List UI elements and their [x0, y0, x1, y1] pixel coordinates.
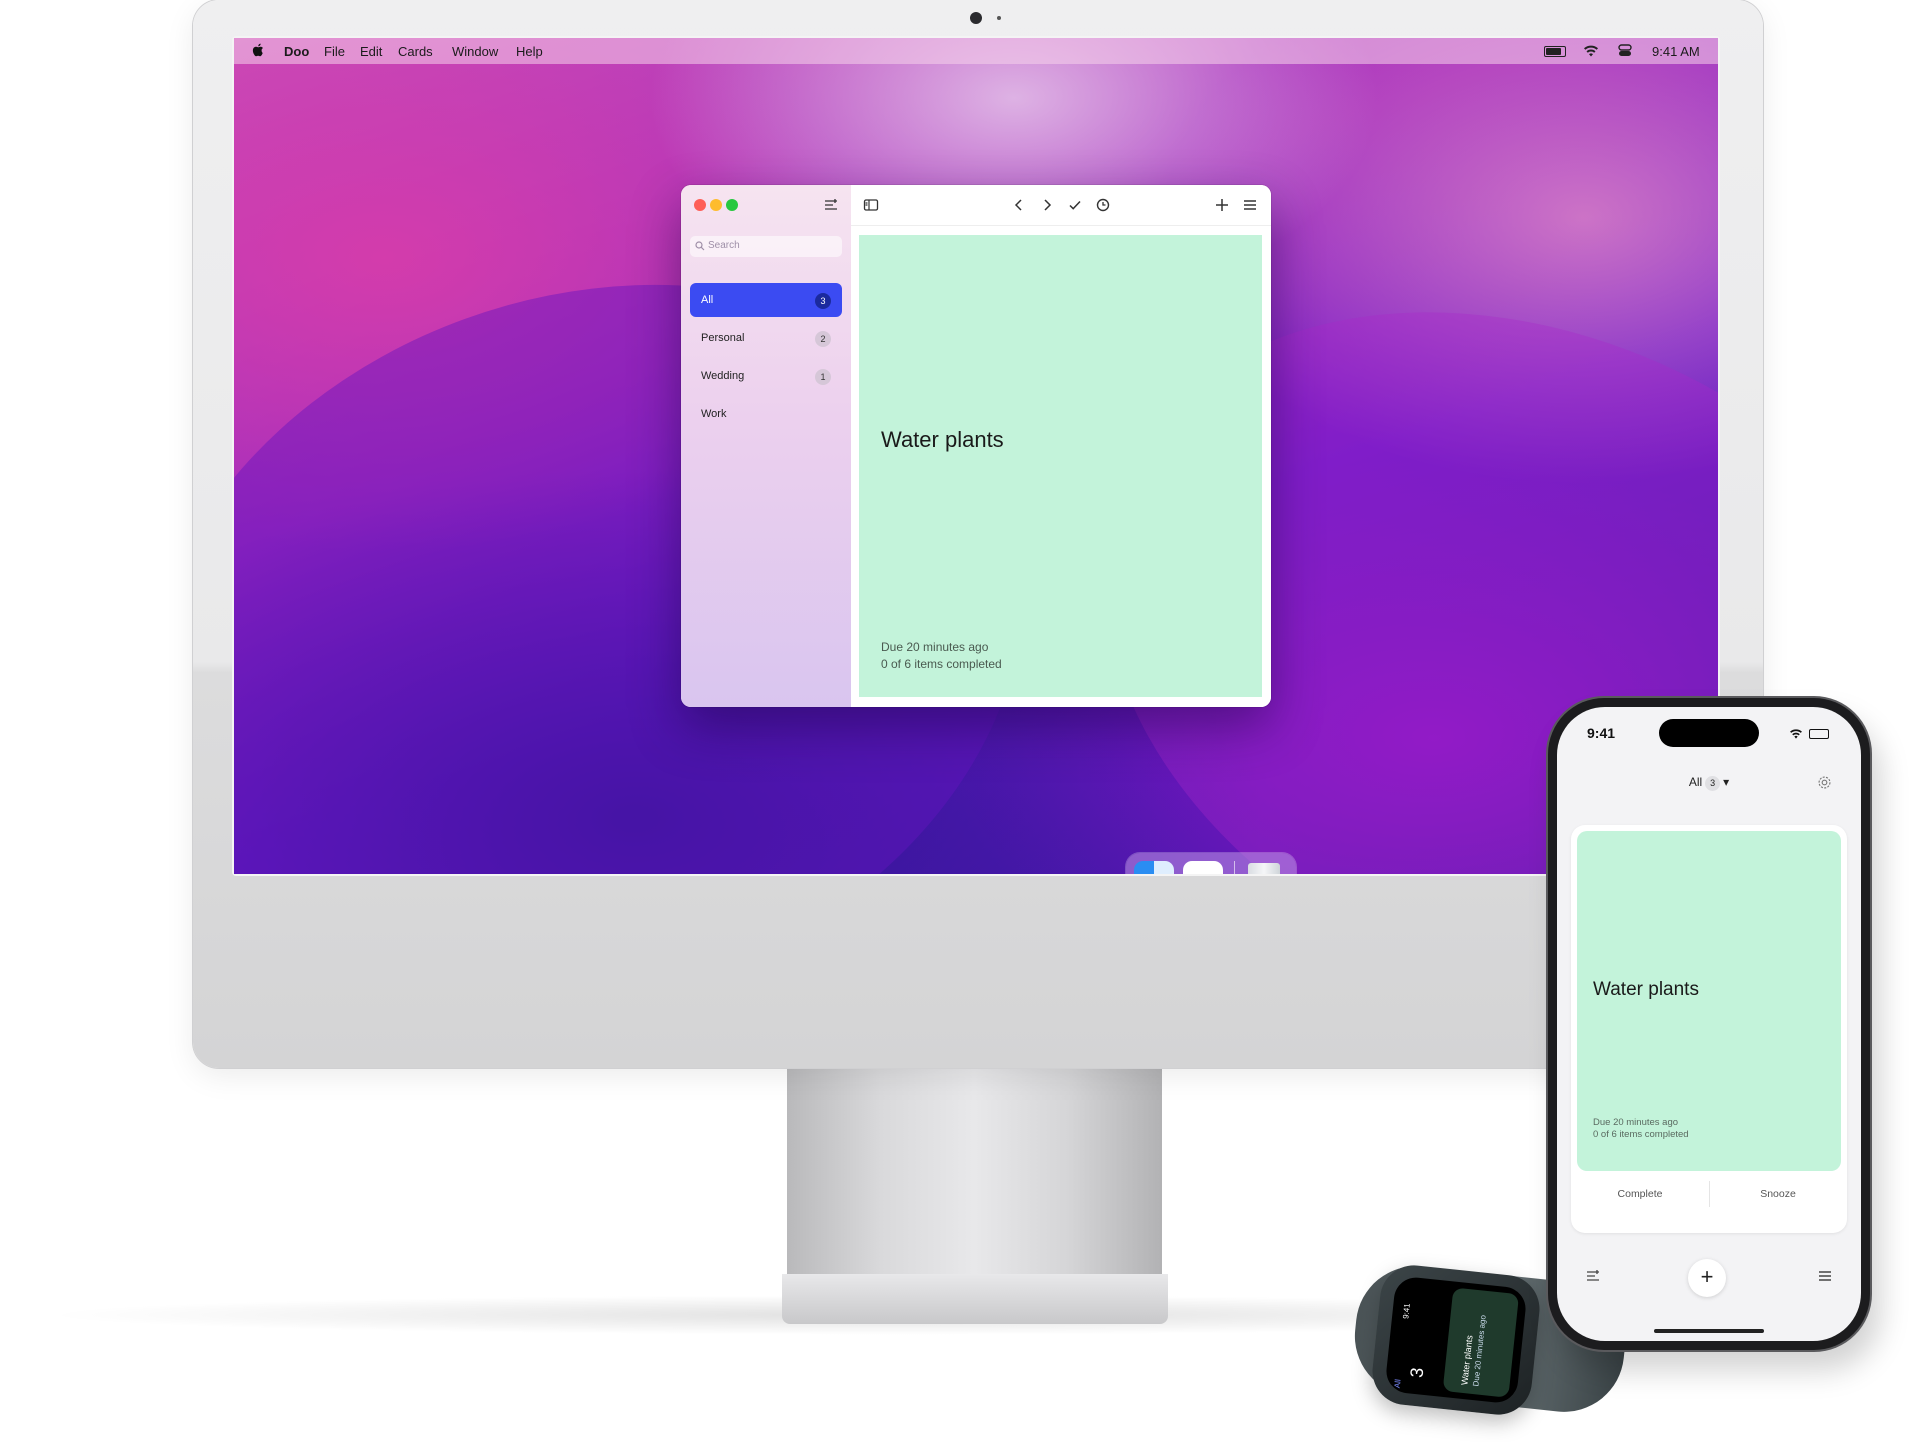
menu-icon[interactable] [1242, 197, 1258, 213]
zoom-window-button[interactable] [726, 199, 738, 211]
sidebar-toggle-icon[interactable] [863, 197, 879, 213]
iphone: 9:41 All 3 ▾ Water plants Due 20 minutes a… [1548, 698, 1870, 1350]
menu-clock[interactable]: 9:41 AM [1652, 44, 1700, 59]
add-card-button[interactable]: + [1688, 1259, 1726, 1297]
menu-help[interactable]: Help [516, 44, 543, 59]
card-title: Water plants [881, 427, 1004, 452]
menu-bar: Doo File Edit Cards Window Help 9:41 AM [234, 38, 1718, 64]
chevron-down-icon: ▾ [1723, 775, 1730, 789]
home-indicator [1654, 1329, 1764, 1333]
list-picker[interactable]: All 3 ▾ [1557, 775, 1861, 791]
battery-icon [1809, 729, 1829, 739]
list-picker-label: All [1688, 775, 1703, 789]
apple-icon[interactable] [252, 43, 264, 57]
card-progress: 0 of 6 items completed [881, 657, 1002, 671]
camera-indicator [997, 16, 1001, 20]
sidebar-item-label: All [701, 294, 714, 306]
task-card[interactable]: Water plants Due 20 minutes ago 0 of 6 i… [859, 235, 1262, 697]
complete-button[interactable]: Complete [1571, 1188, 1709, 1200]
search-placeholder: Search [708, 240, 740, 251]
wifi-icon [1790, 729, 1802, 739]
camera [970, 12, 982, 24]
doo-window: Search All 3 Personal 2 Wedding 1 Work W… [681, 185, 1271, 707]
gear-icon[interactable] [1817, 775, 1832, 790]
watch-time: 9:41 [1401, 1302, 1412, 1320]
dynamic-island [1659, 719, 1759, 747]
menu-cards[interactable]: Cards [398, 44, 433, 59]
sidebar-item-wedding[interactable]: Wedding 1 [690, 359, 842, 393]
wifi-icon[interactable] [1583, 44, 1599, 57]
sidebar: Search All 3 Personal 2 Wedding 1 Work [681, 185, 851, 707]
card-container: Water plants Due 20 minutes ago 0 of 6 i… [1571, 825, 1847, 1233]
dock [1126, 853, 1296, 874]
watch-card-due: Due 20 minutes ago [1471, 1314, 1488, 1387]
snooze-clock-icon[interactable] [1095, 197, 1111, 213]
toolbar [851, 185, 1271, 226]
desktop: Doo File Edit Cards Window Help 9:41 AM [234, 38, 1718, 874]
plus-icon: + [1700, 1264, 1714, 1289]
menu-app-name[interactable]: Doo [284, 44, 309, 59]
finder-icon[interactable] [1134, 861, 1174, 874]
task-card[interactable]: Water plants Due 20 minutes ago 0 of 6 i… [1577, 831, 1841, 1171]
snooze-button[interactable]: Snooze [1709, 1188, 1847, 1200]
sidebar-item-work[interactable]: Work [690, 397, 842, 431]
sidebar-item-label: Personal [701, 332, 745, 344]
card-progress: 0 of 6 items completed [1593, 1129, 1689, 1140]
sidebar-item-count: 1 [815, 369, 831, 385]
card-due: Due 20 minutes ago [1593, 1117, 1679, 1128]
imac-stand [787, 1068, 1162, 1274]
minimize-window-button[interactable] [710, 199, 722, 211]
battery-icon[interactable] [1544, 46, 1566, 57]
menu-edit[interactable]: Edit [360, 44, 382, 59]
trash-icon[interactable] [1248, 863, 1280, 874]
card-view: Water plants Due 20 minutes ago 0 of 6 i… [851, 185, 1271, 707]
add-list-icon[interactable] [1585, 1269, 1601, 1283]
sidebar-item-all[interactable]: All 3 [690, 283, 842, 317]
list-picker-count: 3 [1705, 776, 1721, 791]
plus-icon[interactable] [1214, 197, 1230, 213]
card-title: Water plants [1593, 979, 1699, 1000]
dock-separator [1234, 861, 1235, 874]
iphone-screen: 9:41 All 3 ▾ Water plants Due 20 minutes a… [1557, 707, 1861, 1341]
add-list-icon[interactable] [824, 198, 838, 212]
sidebar-item-label: Wedding [701, 370, 745, 382]
apple-watch: 9:41 All 3 Water plants Due 20 minutes a… [1369, 1262, 1543, 1418]
imac-stand-foot [782, 1274, 1168, 1324]
watch-card[interactable]: Water plants Due 20 minutes ago [1442, 1287, 1520, 1398]
status-time: 9:41 [1587, 725, 1616, 741]
menu-file[interactable]: File [324, 44, 345, 59]
control-center-icon[interactable] [1618, 44, 1632, 57]
close-window-button[interactable] [694, 199, 706, 211]
watch-list-label: All [1392, 1378, 1403, 1389]
sidebar-item-label: Work [701, 408, 727, 420]
menu-window[interactable]: Window [452, 44, 498, 59]
sidebar-item-count: 3 [815, 293, 831, 309]
card-due: Due 20 minutes ago [881, 640, 989, 654]
doo-app-icon[interactable] [1183, 861, 1223, 874]
watch-screen: 9:41 All 3 Water plants Due 20 minutes a… [1384, 1275, 1528, 1405]
search-input[interactable]: Search [690, 236, 842, 257]
menu-icon[interactable] [1817, 1269, 1833, 1283]
sidebar-item-personal[interactable]: Personal 2 [690, 321, 842, 355]
chevron-left-icon[interactable] [1011, 197, 1027, 213]
sidebar-item-count: 2 [815, 331, 831, 347]
watch-count: 3 [1406, 1366, 1428, 1379]
search-icon [695, 241, 705, 251]
chevron-right-icon[interactable] [1039, 197, 1055, 213]
checkmark-icon[interactable] [1067, 197, 1083, 213]
